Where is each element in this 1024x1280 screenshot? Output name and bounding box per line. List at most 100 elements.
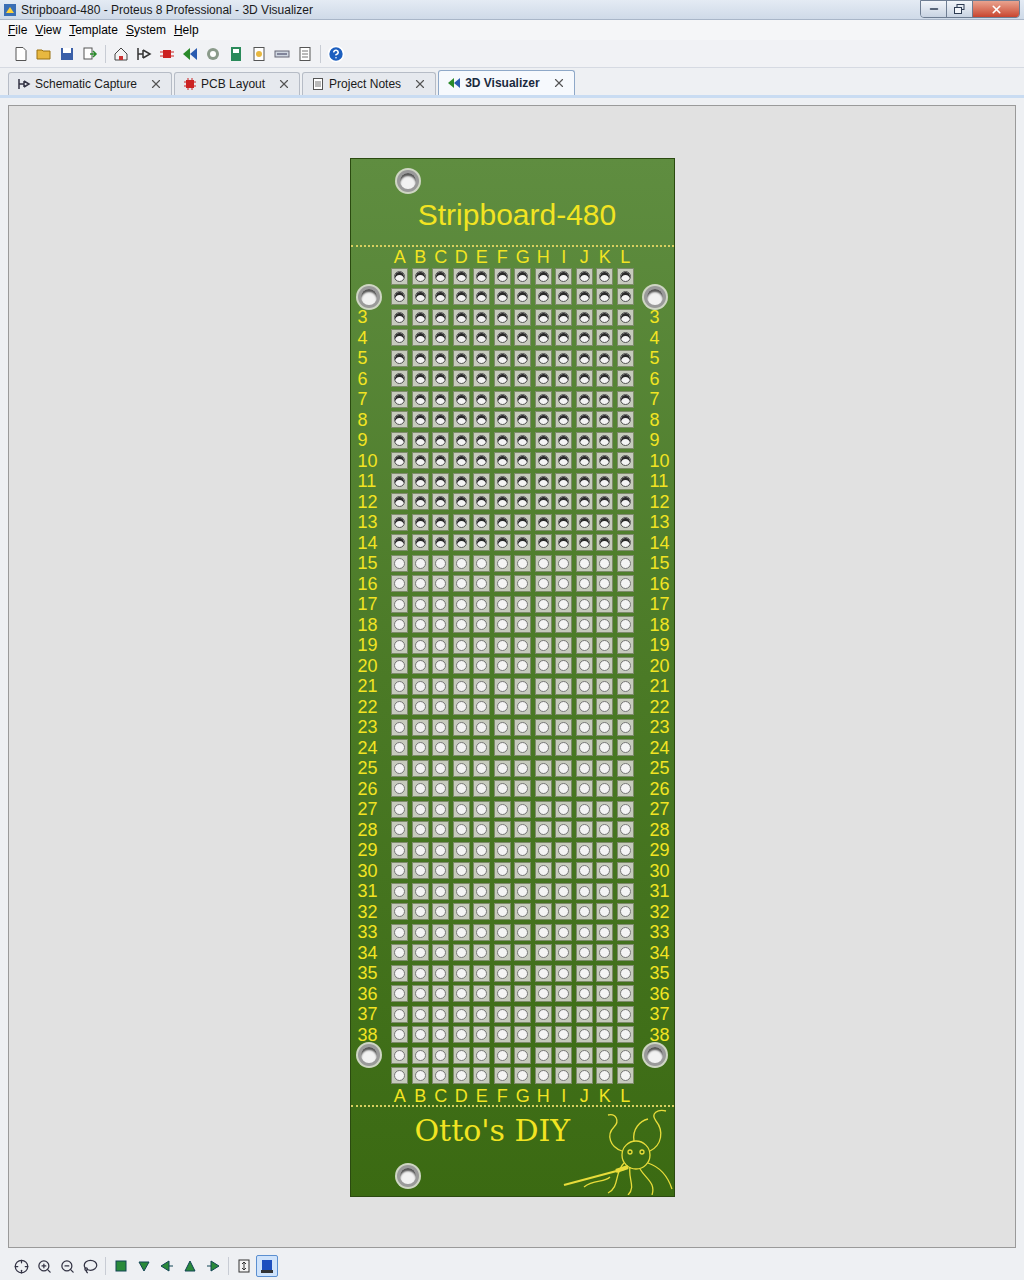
strip-pad bbox=[492, 1045, 513, 1066]
strip-pad bbox=[471, 799, 492, 820]
strip-pad bbox=[492, 1004, 513, 1025]
strip-pad bbox=[512, 656, 533, 677]
help-button[interactable] bbox=[325, 43, 347, 65]
bottom-mount-hole bbox=[397, 1165, 419, 1187]
strip-pad bbox=[512, 922, 533, 943]
menu-item[interactable]: View bbox=[31, 21, 65, 39]
3d-viewport[interactable]: Stripboard-480ABCDEFGHIJKL33445566778899… bbox=[8, 105, 1016, 1248]
lasso-button[interactable] bbox=[79, 1255, 101, 1277]
menu-bar: FileViewTemplateSystemHelp bbox=[0, 20, 1024, 40]
strip-pad bbox=[430, 635, 451, 656]
column-label: E bbox=[471, 1087, 492, 1105]
home-icon[interactable] bbox=[110, 43, 132, 65]
zoom-in-button[interactable] bbox=[33, 1255, 55, 1277]
right-view-icon[interactable] bbox=[202, 1255, 224, 1277]
restore-button[interactable] bbox=[947, 1, 973, 17]
strip-pad bbox=[389, 533, 410, 554]
zoom-out-button[interactable] bbox=[56, 1255, 78, 1277]
menu-item[interactable]: File bbox=[4, 21, 31, 39]
open-folder-icon[interactable] bbox=[33, 43, 55, 65]
strip-pad bbox=[492, 615, 513, 636]
strip-pad bbox=[471, 922, 492, 943]
strip-pad bbox=[410, 758, 431, 779]
strip-pad bbox=[492, 574, 513, 595]
view-toggle[interactable] bbox=[233, 1255, 255, 1277]
row-label: 21 bbox=[644, 677, 669, 695]
menu-item[interactable]: Help bbox=[170, 21, 203, 39]
strip-pad bbox=[389, 635, 410, 656]
view-toggle[interactable] bbox=[256, 1255, 278, 1277]
board-row: 44 bbox=[351, 328, 674, 349]
design-explorer-icon[interactable] bbox=[225, 43, 247, 65]
3d-tool-icon[interactable] bbox=[179, 43, 201, 65]
schematic-tool-icon[interactable] bbox=[133, 43, 155, 65]
board-row bbox=[351, 287, 674, 308]
tab-close-icon[interactable] bbox=[413, 77, 427, 91]
side-mount-hole bbox=[644, 1044, 666, 1066]
stripboard: Stripboard-480ABCDEFGHIJKL33445566778899… bbox=[350, 158, 675, 1197]
strip-pad bbox=[430, 369, 451, 390]
notes-tool-icon[interactable] bbox=[294, 43, 316, 65]
strip-pad bbox=[451, 1066, 472, 1087]
column-label: H bbox=[533, 248, 554, 266]
import-icon[interactable] bbox=[79, 43, 101, 65]
document-tab[interactable]: Schematic Capture bbox=[8, 72, 172, 95]
left-view-icon[interactable] bbox=[156, 1255, 178, 1277]
row-label: 22 bbox=[644, 698, 669, 716]
save-icon[interactable] bbox=[56, 43, 78, 65]
strip-pad bbox=[512, 287, 533, 308]
strip-pad bbox=[389, 943, 410, 964]
gerber-tool-icon[interactable] bbox=[202, 43, 224, 65]
strip-pad bbox=[451, 266, 472, 287]
row-label: 20 bbox=[358, 657, 378, 675]
bom-icon[interactable] bbox=[248, 43, 270, 65]
new-file-icon[interactable] bbox=[10, 43, 32, 65]
strip-pad bbox=[553, 369, 574, 390]
strip-pad bbox=[553, 553, 574, 574]
row-label: 14 bbox=[644, 534, 669, 552]
strip-pad bbox=[451, 369, 472, 390]
menu-item[interactable]: System bbox=[122, 21, 170, 39]
strip-pad bbox=[553, 471, 574, 492]
strip-pad bbox=[594, 635, 615, 656]
board-row: 1010 bbox=[351, 451, 674, 472]
row-label: 17 bbox=[644, 595, 669, 613]
board-header: Stripboard-480 bbox=[351, 159, 674, 247]
menu-item[interactable]: Template bbox=[65, 21, 122, 39]
strip-pad bbox=[553, 451, 574, 472]
tab-close-icon[interactable] bbox=[552, 76, 566, 90]
board-row: 88 bbox=[351, 410, 674, 431]
strip-pad bbox=[430, 902, 451, 923]
pcb-library-icon[interactable] bbox=[271, 43, 293, 65]
strip-pad bbox=[451, 758, 472, 779]
row-label: 4 bbox=[358, 329, 368, 347]
tab-close-icon[interactable] bbox=[277, 77, 291, 91]
pcb-tool-icon[interactable] bbox=[156, 43, 178, 65]
board-row: 2121 bbox=[351, 676, 674, 697]
document-tab[interactable]: PCB Layout bbox=[174, 72, 300, 95]
document-tab[interactable]: 3D Visualizer bbox=[438, 70, 574, 95]
strip-pad bbox=[594, 943, 615, 964]
strip-pad bbox=[389, 697, 410, 718]
board-row: 99 bbox=[351, 430, 674, 451]
strip-pad bbox=[389, 307, 410, 328]
column-labels-top: ABCDEFGHIJKL bbox=[351, 247, 674, 266]
document-tab[interactable]: Project Notes bbox=[302, 72, 436, 95]
strip-pad bbox=[451, 471, 472, 492]
tab-close-icon[interactable] bbox=[149, 77, 163, 91]
strip-pad bbox=[553, 348, 574, 369]
back-view-icon[interactable] bbox=[179, 1255, 201, 1277]
strip-pad bbox=[410, 881, 431, 902]
strip-pad bbox=[594, 758, 615, 779]
strip-pad bbox=[410, 902, 431, 923]
top-view-icon[interactable] bbox=[110, 1255, 132, 1277]
pan-button[interactable] bbox=[10, 1255, 32, 1277]
close-button[interactable] bbox=[973, 1, 1019, 17]
front-view-icon[interactable] bbox=[133, 1255, 155, 1277]
strip-pad bbox=[553, 1004, 574, 1025]
strip-pad bbox=[594, 656, 615, 677]
strip-pad bbox=[615, 902, 636, 923]
minimize-button[interactable] bbox=[921, 1, 947, 17]
row-label: 31 bbox=[644, 882, 669, 900]
strip-pad bbox=[410, 594, 431, 615]
